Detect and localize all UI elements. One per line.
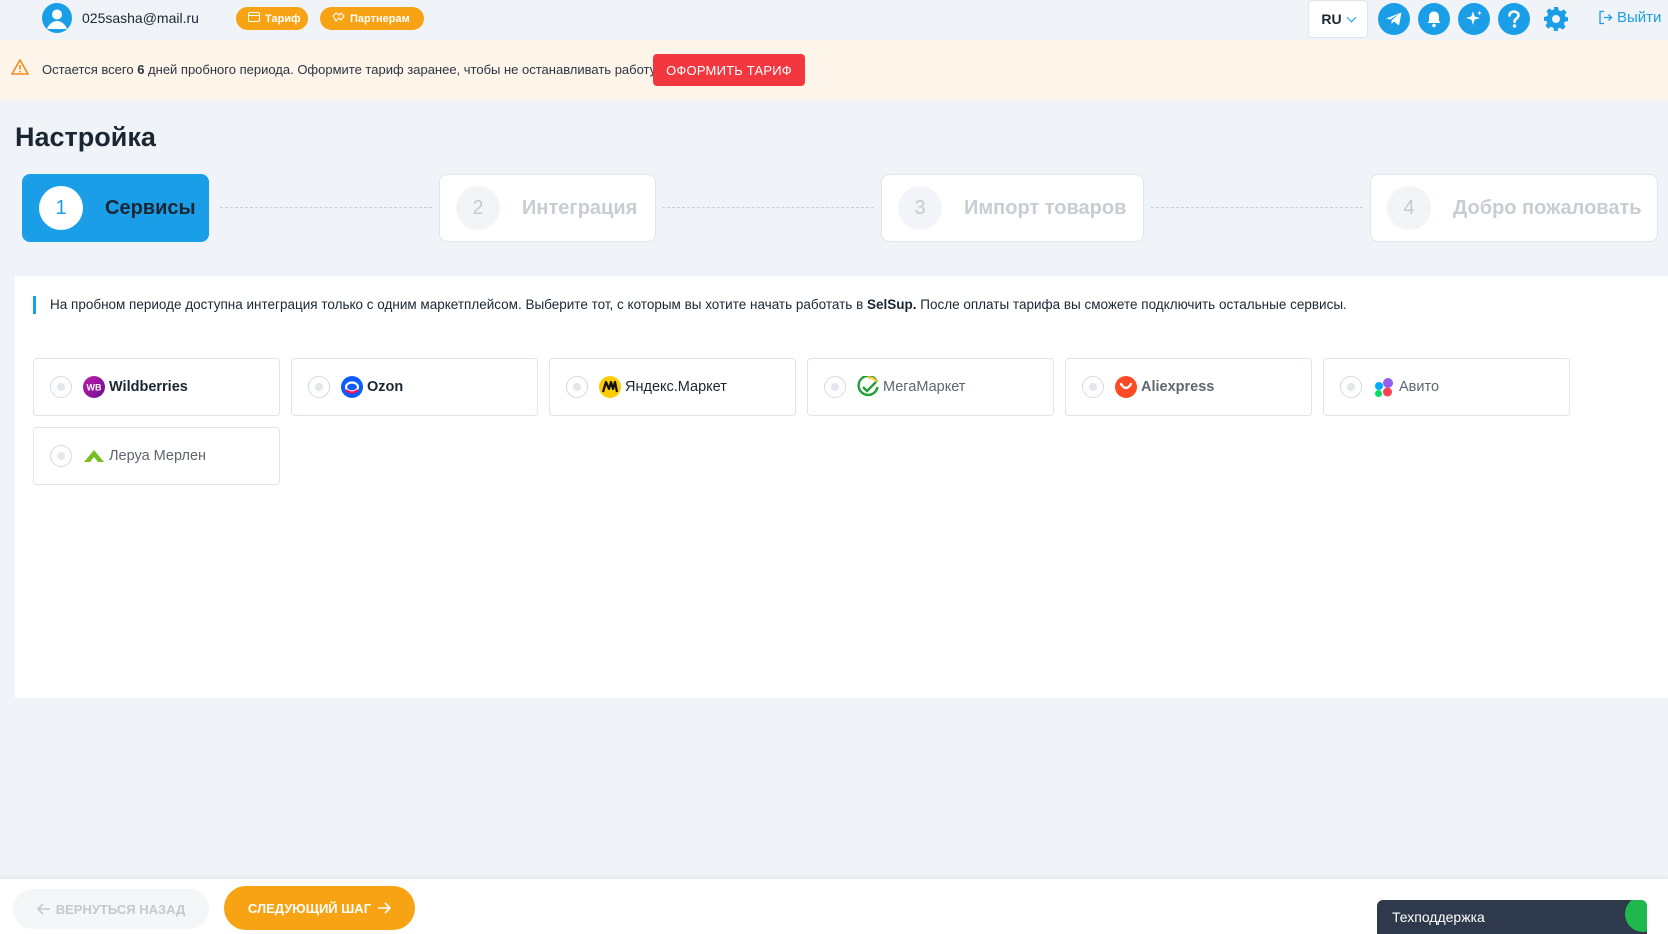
brand-name: SelSup.	[867, 297, 917, 312]
services-card: На пробном периоде доступна интеграция т…	[15, 276, 1668, 698]
radio-button[interactable]	[50, 376, 72, 398]
partners-label: Партнерам	[350, 12, 410, 25]
avito-logo-icon	[1373, 376, 1395, 398]
marketplace-name: Aliexpress	[1141, 379, 1215, 395]
warning-text-before: Остается всего	[42, 62, 138, 77]
next-label: СЛЕДУЮЩИЙ ШАГ	[247, 900, 372, 916]
step-welcome[interactable]: 4 Добро пожаловать	[1370, 174, 1658, 242]
logout-label: Выйти	[1617, 9, 1662, 26]
step-services[interactable]: 1 Сервисы	[22, 174, 209, 242]
yandex-market-logo-icon	[599, 376, 621, 398]
telegram-icon	[1386, 12, 1402, 26]
user-avatar-icon[interactable]	[42, 3, 72, 33]
partners-button[interactable]: Партнерам	[320, 7, 424, 30]
marketplace-option-leroy-merlin[interactable]: Леруа Мерлен	[33, 427, 280, 485]
support-chat-widget[interactable]: Техподдержка	[1377, 900, 1647, 934]
back-button[interactable]: ВЕРНУТЬСЯ НАЗАД	[13, 889, 209, 929]
question-icon	[1508, 10, 1520, 28]
tariff-button[interactable]: Тариф	[236, 7, 308, 30]
ozon-logo-icon	[341, 376, 363, 398]
marketplace-name: Яндекс.Маркет	[625, 379, 727, 395]
marketplace-name: Ozon	[367, 379, 404, 395]
megamarket-logo-icon	[857, 376, 879, 398]
online-status-indicator	[1625, 900, 1647, 932]
marketplace-name: Авито	[1399, 379, 1440, 395]
telegram-button[interactable]	[1378, 3, 1410, 35]
chevron-down-icon	[1346, 12, 1357, 22]
step-connector	[220, 207, 432, 208]
marketplace-name: МегаМаркет	[883, 379, 966, 395]
top-bar: 025sasha@mail.ru Тариф Партнерам RU Выйт…	[0, 0, 1668, 38]
marketplace-option-wildberries[interactable]: WB Wildberries	[33, 358, 280, 416]
radio-button[interactable]	[1082, 376, 1104, 398]
marketplace-option-aliexpress[interactable]: Aliexpress	[1065, 358, 1312, 416]
gear-icon	[1544, 7, 1568, 31]
step-number: 3	[898, 186, 942, 230]
leroy-merlin-logo-icon	[83, 445, 105, 467]
step-number: 2	[456, 186, 500, 230]
language-select[interactable]: RU	[1308, 0, 1368, 38]
tariff-label: Тариф	[265, 12, 301, 25]
marketplace-option-megamarket[interactable]: МегаМаркет	[807, 358, 1054, 416]
step-connector	[662, 207, 874, 208]
logout-link[interactable]: Выйти	[1598, 9, 1661, 26]
buy-tariff-button[interactable]: ОФОРМИТЬ ТАРИФ	[653, 54, 805, 86]
step-number: 1	[39, 186, 83, 230]
info-text-before: На пробном периоде доступна интеграция т…	[50, 297, 867, 312]
card-icon	[248, 12, 260, 25]
marketplace-option-ozon[interactable]: Ozon	[291, 358, 538, 416]
step-import-products[interactable]: 3 Импорт товаров	[881, 174, 1144, 242]
support-label: Техподдержка	[1392, 909, 1485, 925]
trial-warning-banner: Остается всего 6 дней пробного периода. …	[0, 40, 1668, 100]
arrow-left-icon	[36, 903, 50, 915]
sparkle-icon	[1466, 10, 1482, 25]
marketplace-option-avito[interactable]: Авито	[1323, 358, 1570, 416]
help-button[interactable]	[1498, 3, 1530, 35]
wildberries-logo-icon: WB	[83, 376, 105, 398]
radio-button[interactable]	[1340, 376, 1362, 398]
language-value: RU	[1321, 11, 1342, 27]
step-label: Интеграция	[522, 196, 638, 219]
settings-button[interactable]	[1541, 4, 1571, 34]
info-text-after: После оплаты тарифа вы сможете подключит…	[916, 297, 1347, 312]
back-label: ВЕРНУТЬСЯ НАЗАД	[55, 901, 186, 917]
step-label: Добро пожаловать	[1453, 196, 1642, 219]
user-email[interactable]: 025sasha@mail.ru	[82, 10, 199, 26]
warning-text-after: дней пробного периода. Оформите тариф за…	[144, 62, 657, 77]
radio-button[interactable]	[50, 445, 72, 467]
handshake-icon	[332, 12, 345, 25]
marketplace-name: Леруа Мерлен	[109, 448, 207, 464]
ai-assistant-button[interactable]	[1458, 3, 1490, 35]
marketplace-name: Wildberries	[109, 379, 188, 395]
marketplace-option-yandex-market[interactable]: Яндекс.Маркет	[549, 358, 796, 416]
radio-button[interactable]	[308, 376, 330, 398]
wildberries-logo-text: WB	[87, 383, 102, 393]
step-label: Импорт товаров	[964, 196, 1127, 219]
next-step-button[interactable]: СЛЕДУЮЩИЙ ШАГ	[224, 886, 415, 930]
warning-icon	[11, 59, 29, 75]
radio-button[interactable]	[824, 376, 846, 398]
aliexpress-logo-icon	[1115, 376, 1137, 398]
logout-icon	[1599, 10, 1613, 25]
bell-icon	[1427, 11, 1441, 28]
step-integration[interactable]: 2 Интеграция	[439, 174, 656, 242]
arrow-right-icon	[378, 902, 392, 914]
page-title: Настройка	[15, 122, 156, 152]
notifications-button[interactable]	[1418, 3, 1450, 35]
radio-button[interactable]	[566, 376, 588, 398]
step-connector	[1151, 207, 1363, 208]
trial-warning-text: Остается всего 6 дней пробного периода. …	[42, 62, 656, 77]
step-label: Сервисы	[105, 196, 196, 219]
step-number: 4	[1387, 186, 1431, 230]
trial-info-text: На пробном периоде доступна интеграция т…	[33, 296, 1347, 314]
